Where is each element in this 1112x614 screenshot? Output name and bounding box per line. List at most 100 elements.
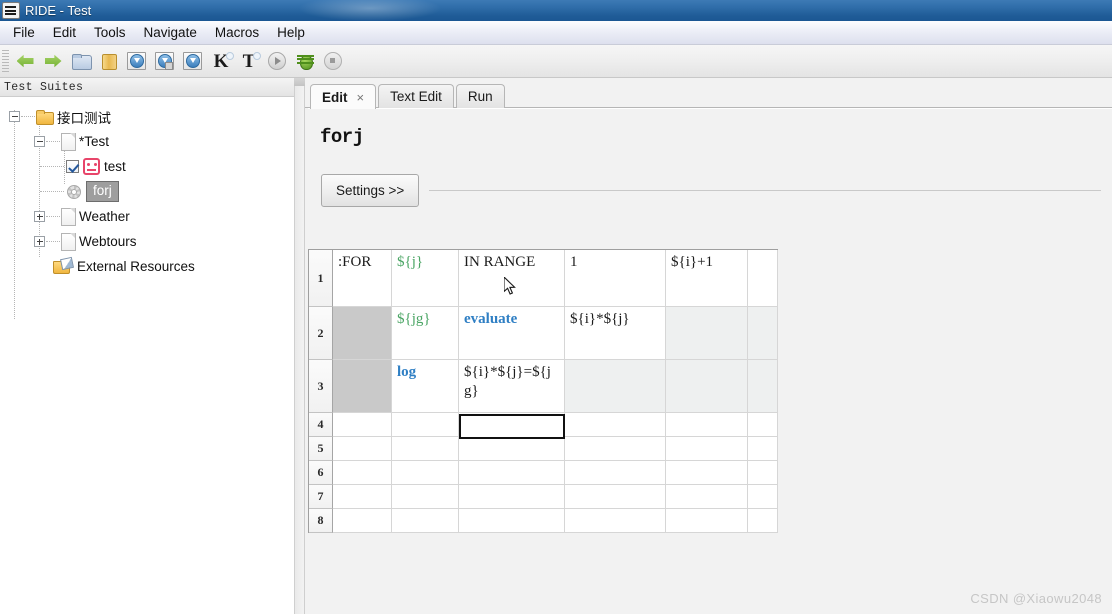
- menu-navigate[interactable]: Navigate: [135, 23, 206, 42]
- grid-cell[interactable]: [748, 360, 778, 413]
- menu-file[interactable]: File: [4, 23, 44, 42]
- grid-cell[interactable]: ${i}*${j}: [565, 307, 666, 360]
- grid-cell[interactable]: [666, 485, 748, 509]
- table-row[interactable]: 5: [309, 437, 778, 461]
- grid-cell[interactable]: [565, 413, 666, 437]
- tree-item-test-case[interactable]: test: [0, 154, 294, 179]
- grid-cell[interactable]: ${jg}: [392, 307, 459, 360]
- grid-cell[interactable]: [333, 461, 392, 485]
- active-cell-selection[interactable]: [459, 414, 565, 439]
- menu-help[interactable]: Help: [268, 23, 314, 42]
- editor-pane: Edit × Text Edit Run forj Settings >> 1: [305, 78, 1112, 614]
- grid-cell[interactable]: [748, 509, 778, 533]
- grid-cell[interactable]: [565, 509, 666, 533]
- tab-edit[interactable]: Edit ×: [310, 84, 377, 109]
- run-button[interactable]: [263, 47, 291, 75]
- grid-cell[interactable]: [748, 461, 778, 485]
- toolbar: K T: [0, 45, 1112, 78]
- grid-cell[interactable]: [748, 437, 778, 461]
- table-row[interactable]: 7: [309, 485, 778, 509]
- ride-app-icon: [2, 2, 20, 19]
- debug-button[interactable]: [291, 47, 319, 75]
- table-row[interactable]: 6: [309, 461, 778, 485]
- grid-cell[interactable]: [565, 360, 666, 413]
- expander-expand-icon[interactable]: [34, 211, 45, 222]
- grid-cell[interactable]: [333, 437, 392, 461]
- grid-cell[interactable]: [333, 413, 392, 437]
- for-loop-indent-bar[interactable]: [333, 307, 392, 360]
- grid-cell[interactable]: [459, 485, 565, 509]
- grid-cell[interactable]: [666, 509, 748, 533]
- grid-cell[interactable]: IN RANGE: [459, 250, 565, 307]
- grid-cell[interactable]: [666, 360, 748, 413]
- row-number: 7: [309, 485, 333, 509]
- grid-cell[interactable]: [565, 437, 666, 461]
- forward-button[interactable]: [39, 47, 67, 75]
- grid-cell[interactable]: [748, 250, 778, 307]
- tree-item-weather[interactable]: Weather: [0, 204, 294, 229]
- grid-cell[interactable]: [748, 485, 778, 509]
- table-row[interactable]: 8: [309, 509, 778, 533]
- grid-cell[interactable]: :FOR: [333, 250, 392, 307]
- table-row[interactable]: 2 ${jg} evaluate ${i}*${j}: [309, 307, 778, 360]
- table-row[interactable]: 1 :FOR ${j} IN RANGE 1 ${i}+1: [309, 250, 778, 307]
- grid-cell[interactable]: [666, 413, 748, 437]
- tab-text-edit[interactable]: Text Edit: [378, 84, 454, 108]
- close-icon[interactable]: ×: [357, 91, 365, 104]
- settings-button[interactable]: Settings >>: [321, 173, 420, 207]
- pane-splitter[interactable]: [294, 78, 305, 614]
- search-tests-button[interactable]: T: [235, 47, 263, 75]
- grid-cell[interactable]: [565, 461, 666, 485]
- tab-label: Run: [467, 89, 493, 104]
- grid-cell[interactable]: [565, 485, 666, 509]
- search-keyword-button[interactable]: K: [207, 47, 235, 75]
- save-button[interactable]: [123, 47, 151, 75]
- menu-macros[interactable]: Macros: [206, 23, 268, 42]
- grid-cell[interactable]: ${i}*${j}=${jg}: [459, 360, 565, 413]
- grid-cell[interactable]: [748, 413, 778, 437]
- grid-cell[interactable]: ${j}: [392, 250, 459, 307]
- grid-cell[interactable]: [459, 437, 565, 461]
- test-case-checkbox[interactable]: [66, 160, 79, 173]
- expander-expand-icon[interactable]: [34, 236, 45, 247]
- grid-cell[interactable]: evaluate: [459, 307, 565, 360]
- tree-item-test-file[interactable]: *Test: [0, 129, 294, 154]
- expander-collapse-icon[interactable]: [9, 111, 20, 122]
- title-bar: RIDE - Test: [0, 0, 1112, 21]
- menu-tools[interactable]: Tools: [85, 23, 135, 42]
- stop-button[interactable]: [319, 47, 347, 75]
- tree-item-webtours[interactable]: Webtours: [0, 229, 294, 254]
- grid-cell[interactable]: 1: [565, 250, 666, 307]
- grid-cell[interactable]: [666, 437, 748, 461]
- row-number: 1: [309, 250, 333, 307]
- grid-cell[interactable]: ${i}+1: [666, 250, 748, 307]
- open-directory-button[interactable]: [67, 47, 95, 75]
- tree-item-external-resources[interactable]: External Resources: [0, 254, 294, 279]
- save-all-button[interactable]: [151, 47, 179, 75]
- grid-cell[interactable]: [392, 461, 459, 485]
- open-file-button[interactable]: [95, 47, 123, 75]
- grid-cell[interactable]: [392, 413, 459, 437]
- grid-cell[interactable]: [333, 509, 392, 533]
- test-suites-header: Test Suites: [0, 78, 294, 97]
- grid-cell[interactable]: [333, 485, 392, 509]
- grid-cell[interactable]: log: [392, 360, 459, 413]
- grid-cell[interactable]: [459, 509, 565, 533]
- grid-cell[interactable]: [666, 307, 748, 360]
- expander-collapse-icon[interactable]: [34, 136, 45, 147]
- tree-item-interface-test[interactable]: 接口测试: [0, 104, 294, 129]
- table-row[interactable]: 3 log ${i}*${j}=${jg}: [309, 360, 778, 413]
- save-as-button[interactable]: [179, 47, 207, 75]
- back-button[interactable]: [11, 47, 39, 75]
- grid-cell[interactable]: [459, 461, 565, 485]
- menu-edit[interactable]: Edit: [44, 23, 85, 42]
- grid-cell[interactable]: [392, 485, 459, 509]
- grid-cell[interactable]: [392, 437, 459, 461]
- tab-run[interactable]: Run: [455, 84, 505, 108]
- grid-cell[interactable]: [392, 509, 459, 533]
- tree-item-forj-keyword[interactable]: forj: [0, 179, 294, 204]
- grid-cell[interactable]: [748, 307, 778, 360]
- grid-cell[interactable]: [666, 461, 748, 485]
- toolbar-grip[interactable]: [2, 50, 9, 72]
- for-loop-indent-bar[interactable]: [333, 360, 392, 413]
